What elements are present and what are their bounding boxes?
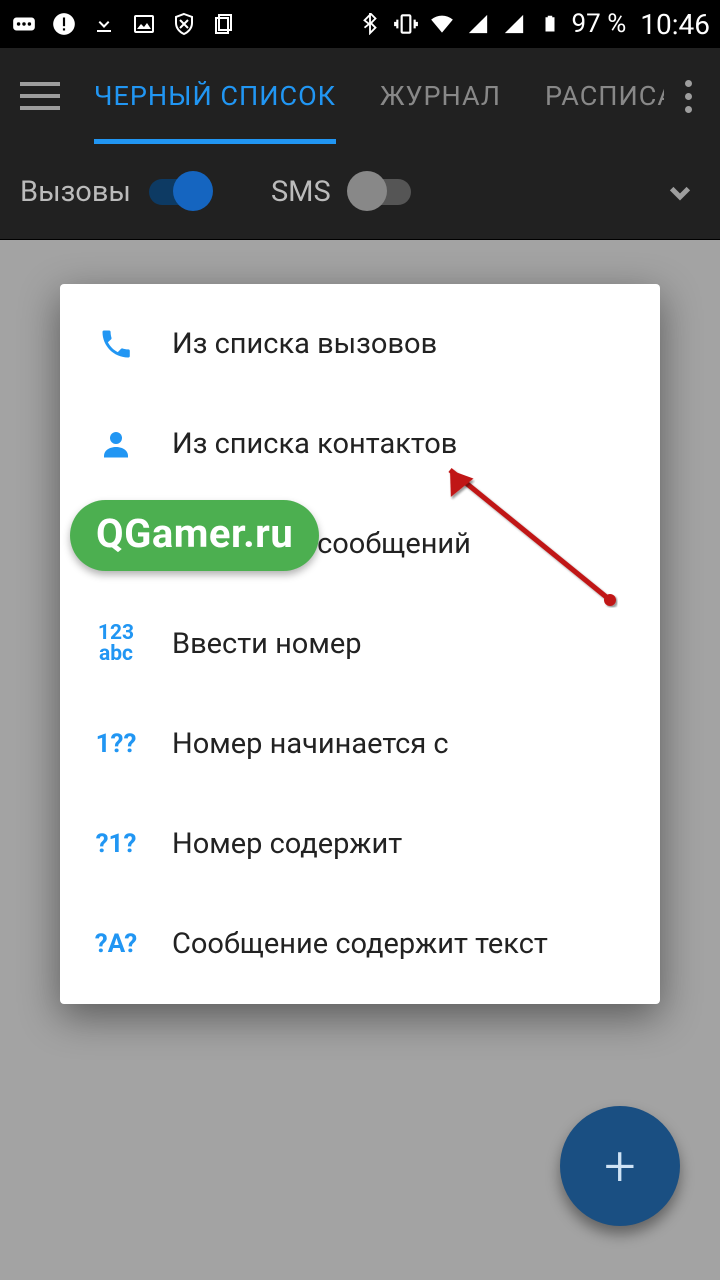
- menu-item-label: Номер начинается с: [172, 727, 449, 761]
- phone-icon: [88, 326, 144, 362]
- calls-label: Вызовы: [20, 175, 131, 209]
- enter-number-item[interactable]: 123 abc Ввести номер: [60, 594, 660, 694]
- watermark-badge: QGamer.ru: [70, 500, 319, 571]
- download-icon: [90, 10, 118, 38]
- icon-text: 1??: [96, 731, 137, 757]
- tab-label: ЧЕРНЫЙ СПИСОК: [94, 80, 336, 112]
- status-right: 97 % 10:46: [356, 8, 710, 41]
- clock-text: 10:46: [640, 8, 710, 41]
- icon-text: ?1?: [96, 831, 137, 857]
- plus-icon: +: [604, 1133, 636, 1199]
- calls-toggle[interactable]: [149, 179, 211, 205]
- add-source-dialog: Из списка вызовов Из списка контактов Из…: [60, 284, 660, 1004]
- status-left: [10, 10, 238, 38]
- more-options-button[interactable]: [664, 80, 712, 113]
- chevron-down-icon[interactable]: [660, 172, 700, 212]
- from-call-log-item[interactable]: Из списка вызовов: [60, 294, 660, 394]
- notification-more-icon: [10, 10, 38, 38]
- sms-label: SMS: [271, 175, 331, 209]
- tab-blacklist[interactable]: ЧЕРНЫЙ СПИСОК: [72, 48, 358, 144]
- icon-text-line2: abc: [99, 644, 133, 665]
- menu-item-label: Ввести номер: [172, 627, 362, 661]
- number-starts-with-item[interactable]: 1?? Номер начинается с: [60, 694, 660, 794]
- tab-bar: ЧЕРНЫЙ СПИСОК ЖУРНАЛ РАСПИСАНИЕ: [72, 48, 664, 144]
- image-icon: [130, 10, 158, 38]
- battery-text: 97 %: [572, 9, 627, 39]
- tab-journal[interactable]: ЖУРНАЛ: [358, 48, 523, 144]
- menu-button[interactable]: [8, 64, 72, 128]
- battery-icon: [536, 10, 564, 38]
- tab-schedule[interactable]: РАСПИСАНИЕ: [523, 48, 664, 144]
- signal-2-icon: [500, 10, 528, 38]
- message-contains-text-item[interactable]: ?A? Сообщение содержит текст: [60, 894, 660, 994]
- warning-icon: [50, 10, 78, 38]
- copy-icon: [210, 10, 238, 38]
- icon-text: ?A?: [95, 931, 137, 957]
- person-icon: [88, 426, 144, 462]
- filter-bar: Вызовы SMS: [0, 144, 720, 240]
- icon-text-line1: 123: [98, 623, 134, 644]
- tab-label: РАСПИСАНИЕ: [545, 80, 664, 112]
- signal-1-icon: [464, 10, 492, 38]
- text-match-icon: ?A?: [88, 931, 144, 957]
- app-bar: ЧЕРНЫЙ СПИСОК ЖУРНАЛ РАСПИСАНИЕ: [0, 48, 720, 144]
- wifi-icon: [428, 10, 456, 38]
- from-contacts-item[interactable]: Из списка контактов: [60, 394, 660, 494]
- add-fab[interactable]: +: [560, 1106, 680, 1226]
- tab-label: ЖУРНАЛ: [380, 80, 501, 112]
- number-contains-item[interactable]: ?1? Номер содержит: [60, 794, 660, 894]
- menu-item-label: Из списка вызовов: [172, 327, 437, 361]
- watermark-text: QGamer.ru: [96, 510, 293, 557]
- contains-icon: ?1?: [88, 831, 144, 857]
- shield-icon: [170, 10, 198, 38]
- menu-item-label: Из списка контактов: [172, 427, 457, 461]
- status-bar: 97 % 10:46: [0, 0, 720, 48]
- menu-item-label: Сообщение содержит текст: [172, 927, 548, 961]
- bluetooth-icon: [356, 10, 384, 38]
- vibrate-icon: [392, 10, 420, 38]
- starts-with-icon: 1??: [88, 731, 144, 757]
- keypad-icon: 123 abc: [88, 623, 144, 665]
- menu-item-label: Номер содержит: [172, 827, 402, 861]
- sms-toggle[interactable]: [349, 179, 411, 205]
